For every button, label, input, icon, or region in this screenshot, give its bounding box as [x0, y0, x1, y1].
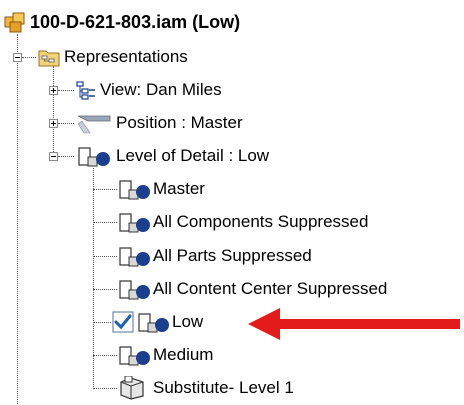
tree-line-lod-item — [93, 388, 117, 389]
tree-line-lod-item — [93, 222, 117, 223]
red-arrow-icon — [248, 308, 460, 340]
representations-label: Representations — [64, 47, 188, 66]
lod-item-all-components-suppressed[interactable]: All Components Suppressed — [117, 209, 368, 235]
tree-item-representations[interactable]: Representations — [38, 44, 188, 70]
tree-item-level-of-detail[interactable]: Level of Detail : Low — [76, 143, 269, 169]
expand-position-button[interactable] — [49, 119, 58, 128]
tree-line-lod-item — [93, 256, 117, 257]
tree-root-assembly[interactable]: 100-D-621-803.iam (Low) — [4, 9, 240, 35]
representations-folder-icon — [38, 47, 60, 67]
tree-line-lod — [58, 156, 74, 157]
view-rep-icon — [76, 80, 96, 100]
tree-line-lod-item — [93, 355, 117, 356]
lod-icon — [136, 311, 170, 333]
lod-item-all-parts-suppressed[interactable]: All Parts Suppressed — [117, 243, 312, 269]
lod-icon — [117, 178, 151, 200]
lod-item-label: All Parts Suppressed — [153, 246, 312, 265]
position-rep-icon — [76, 112, 112, 134]
lod-item-label: Medium — [153, 345, 214, 364]
lod-item-all-content-center-suppressed[interactable]: All Content Center Suppressed — [117, 276, 387, 302]
tree-item-view[interactable]: View: Dan Miles — [76, 77, 222, 103]
tree-line-lod-item — [93, 189, 117, 190]
tree-line-lod-item — [93, 322, 111, 323]
lod-icon — [76, 145, 112, 167]
tree-line-representations-children — [53, 66, 54, 154]
lod-icon — [117, 245, 151, 267]
view-label: View: Dan Miles — [100, 80, 222, 99]
checkmark-icon — [112, 311, 134, 333]
lod-label: Level of Detail : Low — [116, 146, 270, 165]
assembly-title: 100-D-621-803.iam (Low) — [30, 11, 241, 32]
lod-item-substitute-level-1[interactable]: Substitute- Level 1 — [117, 375, 294, 401]
position-label: Position : Master — [116, 113, 243, 132]
lod-item-low[interactable]: Low — [112, 309, 203, 335]
tree-line-lod-item — [93, 289, 117, 290]
collapse-lod-button[interactable] — [49, 152, 58, 161]
lod-item-medium[interactable]: Medium — [117, 342, 213, 368]
tree-item-position[interactable]: Position : Master — [76, 110, 243, 136]
lod-item-label: All Components Suppressed — [153, 212, 369, 231]
substitute-icon — [117, 375, 151, 400]
tree-line-position — [58, 123, 74, 124]
lod-item-label: Master — [153, 179, 205, 198]
tree-line-representations — [22, 57, 36, 58]
tree-line-root — [17, 34, 18, 404]
lod-item-label: Low — [172, 312, 204, 331]
lod-item-label: Substitute- Level 1 — [153, 378, 294, 397]
lod-item-master[interactable]: Master — [117, 176, 205, 202]
lod-icon — [117, 211, 151, 233]
lod-icon — [117, 278, 151, 300]
assembly-icon — [4, 11, 26, 33]
lod-item-label: All Content Center Suppressed — [153, 279, 388, 298]
collapse-representations-button[interactable] — [13, 53, 22, 62]
lod-icon — [117, 344, 151, 366]
expand-view-button[interactable] — [49, 86, 58, 95]
tree-line-view — [58, 90, 74, 91]
